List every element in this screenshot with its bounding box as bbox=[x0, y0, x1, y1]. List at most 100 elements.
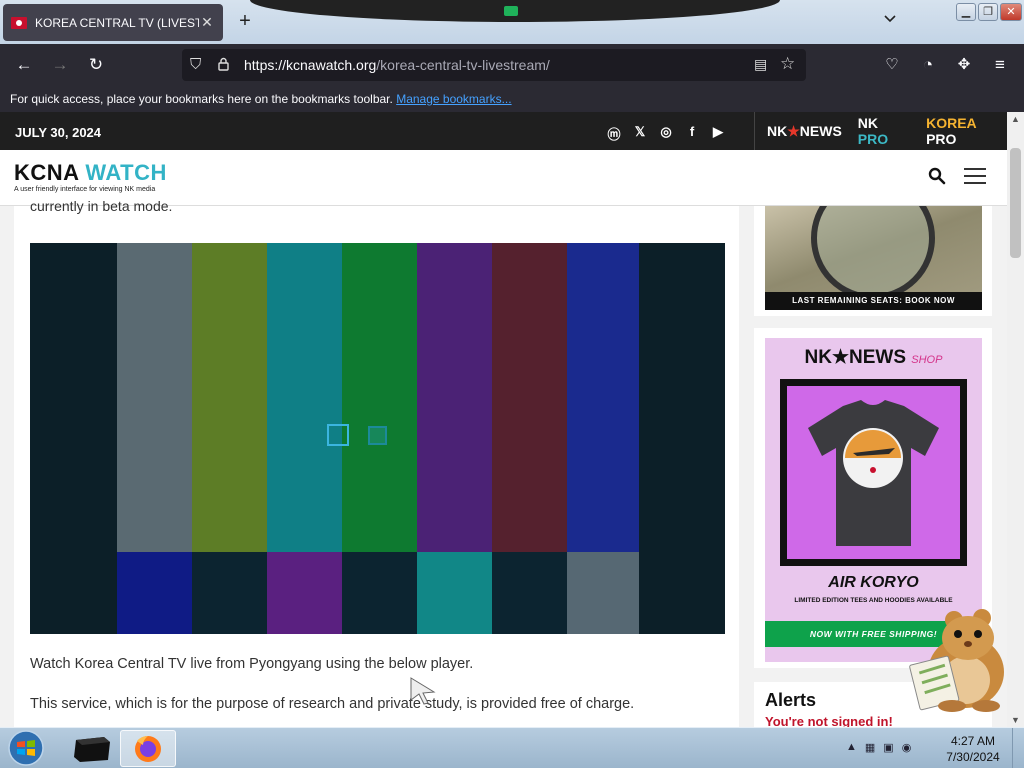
site-menu-icon[interactable] bbox=[964, 168, 986, 184]
nk-news-b: NEWS bbox=[799, 122, 842, 139]
menu-hamburger-icon[interactable]: ≡ bbox=[990, 56, 1010, 74]
test-pattern-bar bbox=[117, 243, 192, 552]
test-pattern-bar bbox=[30, 243, 117, 552]
list-all-tabs-icon[interactable] bbox=[884, 12, 896, 26]
tshirt-image-frame bbox=[780, 379, 967, 566]
start-button-icon[interactable] bbox=[4, 729, 48, 767]
shop-title: AIR KORYO bbox=[828, 574, 919, 591]
window-controls: ▁ ❐ ✕ bbox=[956, 3, 1022, 21]
manage-bookmarks-link[interactable]: Manage bookmarks... bbox=[396, 92, 511, 106]
tracking-protection-shield-icon[interactable]: ⛉ bbox=[190, 56, 201, 73]
nk-pro-a: NK bbox=[857, 115, 879, 131]
extensions-icon[interactable]: ✥ bbox=[954, 56, 974, 74]
lock-icon[interactable] bbox=[218, 57, 229, 71]
vpn-icon[interactable]: ◔ bbox=[918, 56, 938, 74]
alerts-title: Alerts bbox=[765, 690, 817, 710]
bookmarks-toolbar: For quick access, place your bookmarks h… bbox=[0, 86, 1024, 112]
nk-news-link[interactable]: NK★NEWS bbox=[767, 123, 842, 140]
clock-date: 7/30/2024 bbox=[946, 750, 1000, 764]
bookmark-star-icon[interactable]: ☆ bbox=[780, 54, 795, 74]
show-desktop-button[interactable] bbox=[1012, 728, 1024, 768]
windows-taskbar: ▲ ▦ ▣ ◉ 4:27 AM 7/30/2024 bbox=[0, 727, 1024, 768]
test-pattern-bar-lower bbox=[417, 552, 492, 634]
reader-view-icon[interactable]: ▤ bbox=[754, 56, 767, 73]
test-pattern-bar-lower bbox=[267, 552, 342, 634]
browser-tab-active[interactable]: KOREA CENTRAL TV (LIVESTREAM) ✕ bbox=[3, 4, 223, 41]
mastodon-icon[interactable]: ⓜ bbox=[606, 124, 622, 143]
terminal-app-icon bbox=[74, 737, 110, 762]
new-tab-button[interactable]: + bbox=[234, 10, 256, 33]
address-bar[interactable]: ⛉ https://kcnawatch.org/korea-central-tv… bbox=[182, 49, 806, 81]
minimize-window-button[interactable]: ▁ bbox=[956, 3, 976, 21]
tab-close-icon[interactable]: ✕ bbox=[199, 14, 215, 31]
ad-lens-graphic bbox=[811, 206, 935, 300]
site-top-bar: JULY 30, 2024 ⓜ 𝕏 ◎ f ▶ NK★NEWS NK PRO K… bbox=[0, 112, 1007, 150]
test-pattern-bar bbox=[192, 243, 267, 552]
test-pattern-bar bbox=[492, 243, 567, 552]
tshirt-image bbox=[808, 400, 939, 546]
nk-news-a: NK bbox=[767, 122, 788, 139]
korea-pro-a: KOREA bbox=[926, 115, 977, 131]
tray-expand-icon[interactable]: ▲ bbox=[846, 741, 857, 754]
logo-name-a: KCNA bbox=[14, 160, 79, 185]
site-date: JULY 30, 2024 bbox=[15, 125, 102, 140]
nk-news-star: ★ bbox=[787, 122, 800, 139]
ad-cta-text: LAST REMAINING SEATS: BOOK NOW bbox=[765, 292, 982, 310]
mouse-cursor-icon bbox=[410, 677, 436, 705]
social-links: ⓜ 𝕏 ◎ f ▶ bbox=[606, 124, 726, 143]
network-brands: NK★NEWS NK PRO KOREA PRO bbox=[754, 112, 1007, 150]
service-paragraph: This service, which is for the purpose o… bbox=[30, 696, 635, 712]
video-player[interactable] bbox=[30, 243, 725, 634]
maximize-window-button[interactable]: ❐ bbox=[978, 3, 998, 21]
forward-icon[interactable]: → bbox=[50, 56, 70, 74]
test-pattern-bar-lower bbox=[117, 552, 192, 634]
kcna-watch-logo[interactable]: KCNA WATCH A user friendly interface for… bbox=[14, 160, 167, 194]
hamster-mascot-icon bbox=[909, 609, 1004, 712]
x-twitter-icon[interactable]: 𝕏 bbox=[632, 124, 648, 143]
logo-tagline: A user friendly interface for viewing NK… bbox=[14, 186, 156, 193]
facebook-icon[interactable]: f bbox=[684, 124, 700, 143]
taskbar-app-firefox[interactable] bbox=[120, 730, 176, 767]
taskbar-clock[interactable]: 4:27 AM 7/30/2024 bbox=[940, 733, 1006, 765]
instagram-icon[interactable]: ◎ bbox=[658, 124, 674, 143]
youtube-icon[interactable]: ▶ bbox=[710, 124, 726, 143]
test-pattern-bar-lower bbox=[30, 552, 117, 634]
korea-pro-link[interactable]: KOREA PRO bbox=[926, 115, 1007, 147]
titlebar-decoration bbox=[250, 0, 780, 22]
tray-network-icon[interactable]: ▦ bbox=[865, 741, 875, 754]
test-pattern-bar bbox=[567, 243, 639, 552]
test-pattern-bar-lower bbox=[639, 552, 725, 634]
nk-pro-b: PRO bbox=[857, 131, 889, 147]
reload-icon[interactable]: ↻ bbox=[86, 56, 106, 74]
intro-paragraph: Watch Korea Central TV live from Pyongya… bbox=[30, 656, 474, 672]
url-text[interactable]: https://kcnawatch.org/korea-central-tv-l… bbox=[244, 57, 550, 73]
event-ad-banner[interactable]: LAST REMAINING SEATS: BOOK NOW bbox=[765, 206, 982, 310]
scrollbar-thumb[interactable] bbox=[1010, 148, 1021, 258]
bookmarks-hint: For quick access, place your bookmarks h… bbox=[10, 92, 393, 106]
url-path: /korea-central-tv-livestream/ bbox=[376, 57, 550, 73]
test-pattern-bar-lower bbox=[492, 552, 567, 634]
shop-header: NK★NEWS SHOP bbox=[765, 346, 982, 369]
alerts-signin-message[interactable]: You're not signed in! bbox=[765, 714, 893, 727]
nk-pro-link[interactable]: NK PRO bbox=[858, 115, 910, 147]
tray-display-icon[interactable]: ▣ bbox=[883, 741, 893, 754]
test-pattern-bar-lower bbox=[567, 552, 639, 634]
taskbar-app-terminal[interactable] bbox=[64, 730, 120, 767]
tray-volume-icon[interactable]: ◉ bbox=[902, 741, 912, 754]
scroll-up-icon[interactable]: ▲ bbox=[1007, 114, 1024, 124]
page-scrollbar[interactable]: ▲ ▼ bbox=[1007, 112, 1024, 727]
pocket-icon[interactable]: ♡ bbox=[882, 56, 902, 74]
test-pattern-bar-lower bbox=[192, 552, 267, 634]
tab-favicon-icon bbox=[11, 16, 27, 29]
scroll-down-icon[interactable]: ▼ bbox=[1007, 715, 1024, 725]
clock-time: 4:27 AM bbox=[950, 734, 996, 748]
player-loading-indicator-2 bbox=[368, 426, 387, 445]
close-window-button[interactable]: ✕ bbox=[1000, 3, 1022, 21]
test-pattern-bar bbox=[267, 243, 342, 552]
web-page: JULY 30, 2024 ⓜ 𝕏 ◎ f ▶ NK★NEWS NK PRO K… bbox=[0, 112, 1007, 727]
navigation-toolbar: ← → ↻ ⛉ https://kcnawatch.org/korea-cent… bbox=[0, 44, 1024, 86]
back-icon[interactable]: ← bbox=[14, 56, 34, 74]
shop-brand: NK★NEWS bbox=[804, 347, 906, 368]
search-icon[interactable] bbox=[928, 167, 946, 185]
logo-name-b: WATCH bbox=[78, 160, 167, 185]
